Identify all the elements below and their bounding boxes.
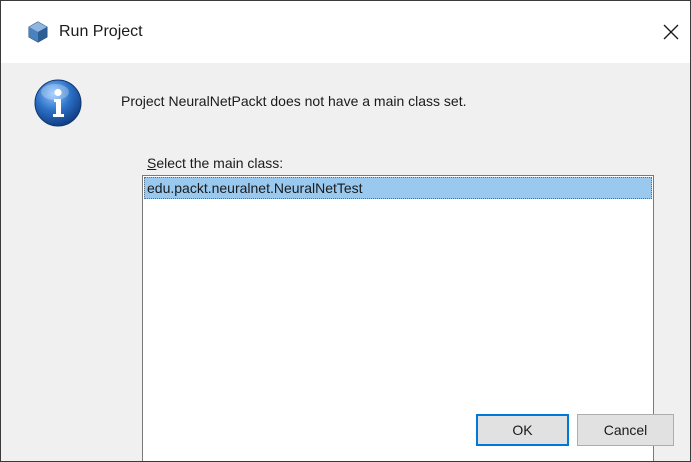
info-icon	[33, 78, 83, 128]
close-icon	[663, 24, 679, 40]
mnemonic-letter: S	[147, 155, 157, 171]
run-project-dialog: Run Project Project NeuralNetPackt does …	[0, 0, 691, 462]
title-bar: Run Project	[1, 1, 690, 63]
netbeans-cube-icon	[27, 21, 49, 43]
cancel-button[interactable]: Cancel	[577, 414, 674, 446]
close-button[interactable]	[656, 17, 686, 47]
window-title: Run Project	[59, 23, 143, 40]
main-class-list-label: Select the main class:	[147, 153, 283, 173]
dialog-message: Project NeuralNetPackt does not have a m…	[121, 93, 467, 109]
ok-button[interactable]: OK	[476, 414, 569, 446]
list-label-text: elect the main class:	[156, 155, 284, 171]
list-item[interactable]: edu.packt.neuralnet.NeuralNetTest	[144, 177, 652, 199]
